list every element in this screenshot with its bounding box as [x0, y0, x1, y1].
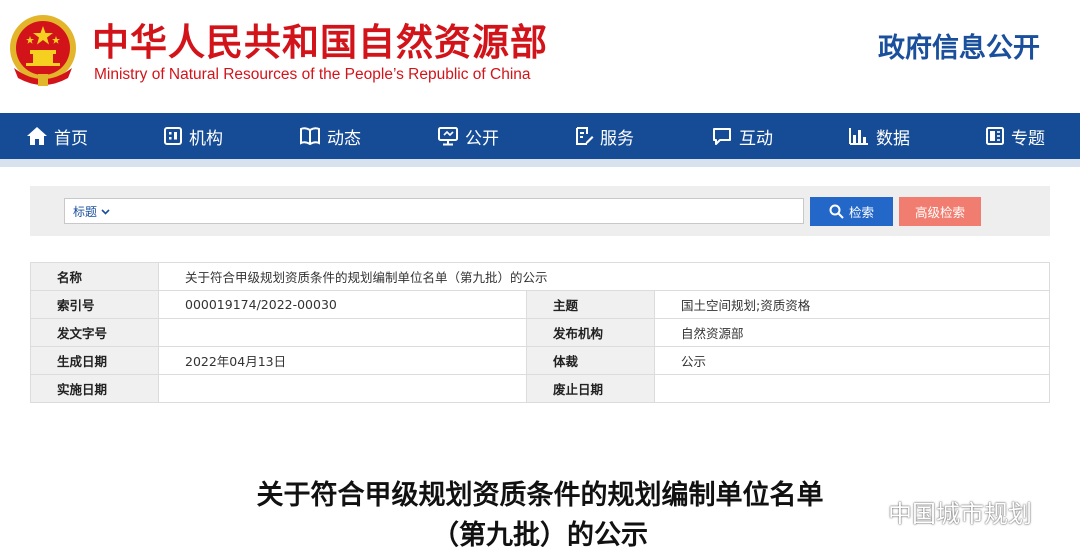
created-value: 2022年04月13日: [158, 346, 527, 375]
nav-item-label: 数据: [876, 128, 910, 149]
bar-chart-icon: [849, 128, 868, 145]
nav-item-interaction[interactable]: 互动: [711, 113, 773, 159]
nav-item-label: 公开: [465, 128, 499, 149]
watermark: 中国城市规划: [846, 494, 1032, 529]
nav-item-service[interactable]: 服务: [574, 113, 634, 159]
nav-item-special[interactable]: 专题: [985, 113, 1045, 159]
search-icon: [829, 204, 844, 219]
doc-no-value: [158, 318, 527, 347]
search-type-dropdown[interactable]: 标题: [73, 203, 110, 220]
doc-no-label: 发文字号: [30, 318, 159, 347]
watermark-text: 中国城市规划: [888, 500, 1032, 528]
site-title-cn: 中华人民共和国自然资源部: [92, 21, 548, 64]
nav-item-label: 互动: [739, 128, 773, 149]
document-info-table: 名称 关于符合甲级规划资质条件的规划编制单位名单（第九批）的公示 索引号 000…: [30, 262, 1050, 403]
search-input[interactable]: [123, 201, 797, 223]
expiry-label: 废止日期: [526, 374, 655, 403]
book-icon: [300, 127, 320, 146]
chat-icon: [713, 128, 731, 145]
site-header: 中华人民共和国自然资源部 Ministry of Natural Resourc…: [0, 0, 1080, 113]
national-emblem-icon: [10, 15, 76, 86]
search-button[interactable]: 检索: [810, 197, 893, 226]
effective-label: 实施日期: [30, 374, 159, 403]
section-title[interactable]: 政府信息公开: [878, 26, 1040, 65]
monitor-icon: [438, 127, 458, 146]
nav-item-label: 服务: [600, 128, 634, 149]
nav-item-label: 专题: [1011, 128, 1045, 149]
site-title-en: Ministry of Natural Resources of the Peo…: [94, 66, 531, 83]
name-label: 名称: [30, 262, 159, 291]
chevron-down-icon: [101, 209, 110, 215]
name-label-text: 名称: [57, 270, 83, 285]
index-value: 000019174/2022-00030: [158, 290, 527, 319]
table-row: 发文字号 发布机构 自然资源部: [30, 318, 1050, 347]
nav-item-public[interactable]: 公开: [437, 113, 499, 159]
main-nav: 首页 机构 动态 公开 服务 互动 数据 专题: [0, 113, 1080, 159]
nav-item-data[interactable]: 数据: [848, 113, 910, 159]
advanced-search-button[interactable]: 高级检索: [899, 197, 981, 226]
topic-value: 国土空间规划;资质资格: [654, 290, 1050, 319]
table-row: 生成日期 2022年04月13日 体裁 公示: [30, 346, 1050, 375]
genre-value: 公示: [654, 346, 1050, 375]
nav-item-label: 机构: [189, 128, 223, 149]
nav-item-news[interactable]: 动态: [299, 113, 361, 159]
issuer-label: 发布机构: [526, 318, 655, 347]
issuer-value: 自然资源部: [654, 318, 1050, 347]
expiry-value: [654, 374, 1050, 403]
wechat-icon: [846, 498, 879, 525]
effective-value: [158, 374, 527, 403]
topic-label: 主题: [526, 290, 655, 319]
table-row: 名称 关于符合甲级规划资质条件的规划编制单位名单（第九批）的公示: [30, 262, 1050, 291]
building-icon: [164, 127, 182, 145]
nav-item-label: 首页: [54, 128, 88, 149]
home-icon: [27, 127, 47, 145]
document-edit-icon: [576, 127, 594, 145]
created-label: 生成日期: [30, 346, 159, 375]
nav-divider: [0, 159, 1080, 167]
table-row: 索引号 000019174/2022-00030 主题 国土空间规划;资质资格: [30, 290, 1050, 319]
folder-icon: [986, 127, 1004, 145]
search-panel: 标题 检索 高级检索: [30, 186, 1050, 236]
nav-item-organization[interactable]: 机构: [163, 113, 223, 159]
table-row: 实施日期 废止日期: [30, 374, 1050, 403]
genre-label: 体裁: [526, 346, 655, 375]
search-button-label: 检索: [848, 206, 874, 220]
search-type-label: 标题: [73, 205, 98, 219]
nav-item-home[interactable]: 首页: [26, 113, 88, 159]
name-value: 关于符合甲级规划资质条件的规划编制单位名单（第九批）的公示: [158, 262, 1050, 291]
nav-item-label: 动态: [327, 128, 361, 149]
index-label: 索引号: [30, 290, 159, 319]
search-box: 标题: [64, 198, 804, 224]
